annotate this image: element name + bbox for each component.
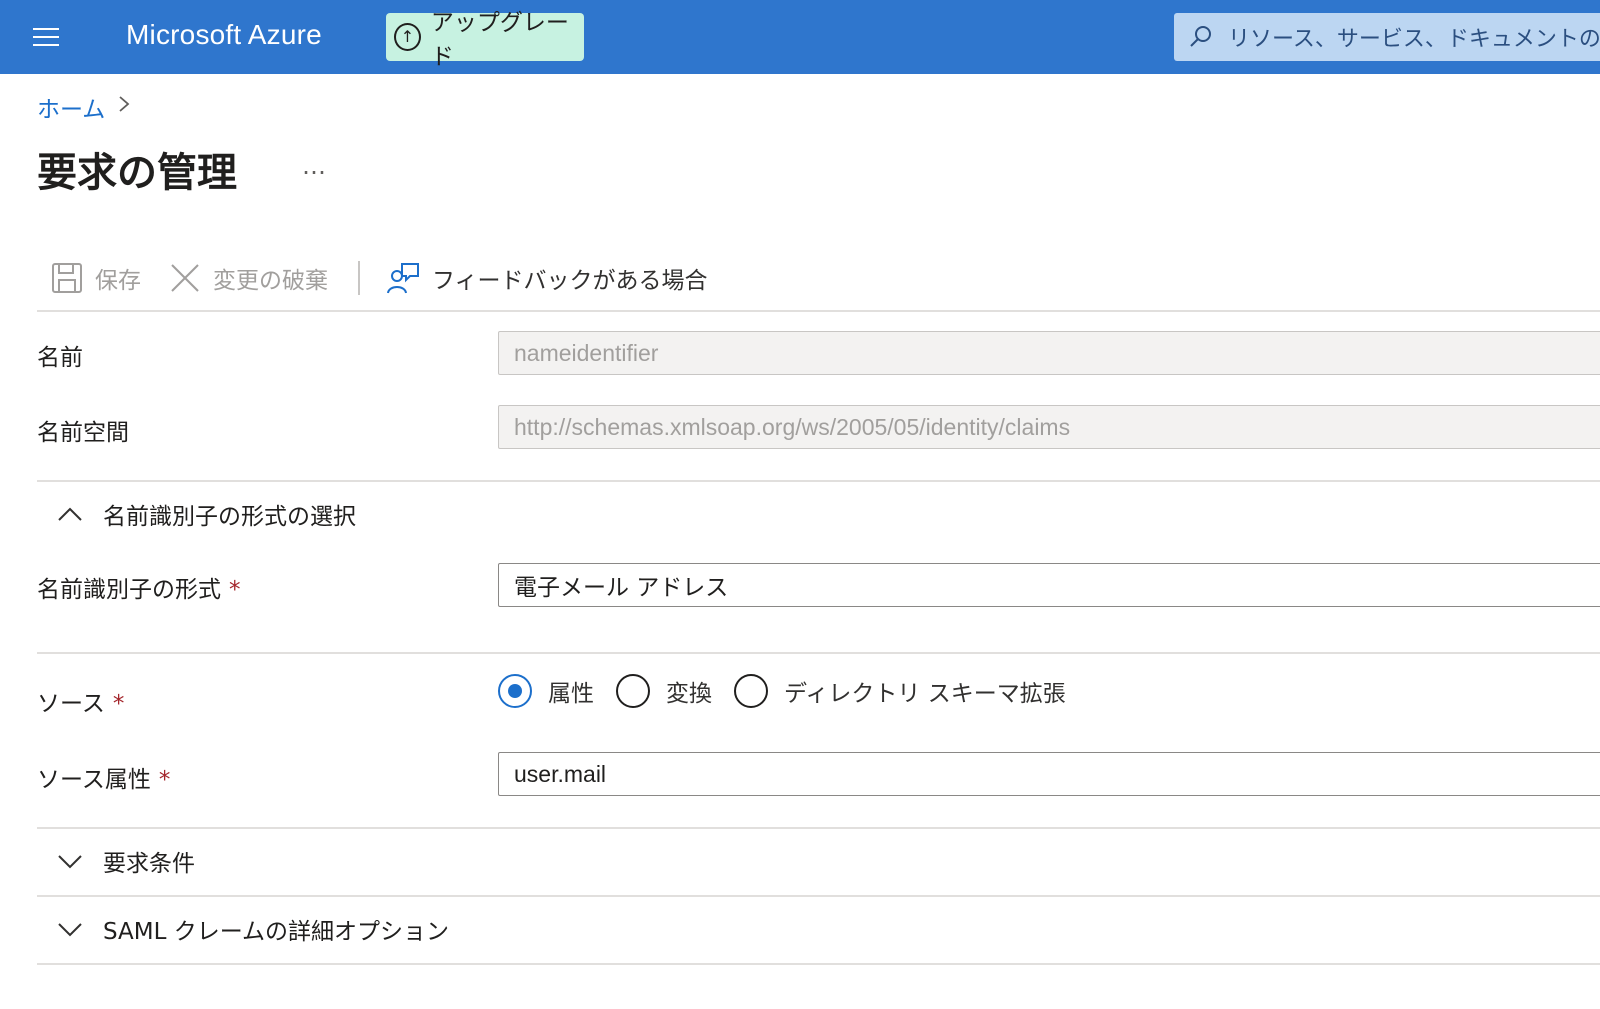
chevron-right-icon xyxy=(117,94,131,120)
divider xyxy=(37,827,1600,829)
page-title: 要求の管理 xyxy=(37,150,237,196)
chevron-up-icon xyxy=(37,506,103,522)
upgrade-button[interactable]: ↑ アップグレード xyxy=(386,10,584,70)
source-radio-transform[interactable]: 変換 xyxy=(616,674,712,708)
source-attribute-dropdown[interactable]: user.mail xyxy=(498,752,1600,796)
discard-label: 変更の破棄 xyxy=(213,268,328,294)
required-mark: * xyxy=(112,691,125,717)
name-id-format-dropdown[interactable]: 電子メール アドレス xyxy=(498,563,1600,607)
feedback-label: フィードバックがある場合 xyxy=(432,268,708,294)
required-mark: * xyxy=(158,767,171,793)
radio-unchecked-icon xyxy=(616,674,650,708)
brand-title[interactable]: Microsoft Azure xyxy=(126,19,322,51)
name-id-format-label-text: 名前識別子の形式 xyxy=(37,577,221,603)
source-radio-group: 属性 変換 ディレクトリ スキーマ拡張 xyxy=(498,674,1088,708)
divider xyxy=(37,652,1600,654)
breadcrumb: ホーム xyxy=(37,90,131,124)
source-attribute-label-text: ソース属性 xyxy=(37,767,151,793)
source-radio-attribute[interactable]: 属性 xyxy=(498,674,594,708)
name-id-format-section-toggle[interactable]: 名前識別子の形式の選択 xyxy=(37,486,1600,542)
search-placeholder: リソース、サービス、ドキュメントの検 xyxy=(1228,27,1600,52)
source-label-text: ソース xyxy=(37,691,105,717)
arrow-up-circle-icon: ↑ xyxy=(394,23,421,51)
save-button[interactable]: 保存 xyxy=(51,261,141,295)
namespace-label: 名前空間 xyxy=(37,420,129,446)
saml-advanced-section-toggle[interactable]: SAML クレームの詳細オプション xyxy=(37,901,1600,957)
source-attribute-label: ソース属性 * xyxy=(37,760,170,794)
chevron-down-icon xyxy=(37,853,103,869)
feedback-button[interactable]: フィードバックがある場合 xyxy=(386,261,708,295)
name-id-format-label: 名前識別子の形式 * xyxy=(37,570,241,604)
close-icon xyxy=(171,264,199,292)
upgrade-label: アップグレード xyxy=(430,10,569,70)
namespace-field[interactable]: http://schemas.xmlsoap.org/ws/2005/05/id… xyxy=(498,405,1600,449)
toolbar-separator xyxy=(358,261,360,295)
required-mark: * xyxy=(229,577,241,603)
discard-changes-button[interactable]: 変更の破棄 xyxy=(169,261,328,295)
divider xyxy=(37,480,1600,482)
feedback-icon xyxy=(387,263,419,294)
top-bar: Microsoft Azure ↑ アップグレード リソース、サービス、ドキュメ… xyxy=(0,0,1600,74)
radio-label: 属性 xyxy=(548,681,594,707)
divider xyxy=(37,895,1600,897)
name-field[interactable]: nameidentifier xyxy=(498,331,1600,375)
toolbar-divider xyxy=(37,310,1600,312)
hamburger-menu-icon[interactable] xyxy=(22,18,70,56)
source-radio-directory-extension[interactable]: ディレクトリ スキーマ拡張 xyxy=(734,674,1066,708)
radio-unchecked-icon xyxy=(734,674,768,708)
command-bar: 保存 変更の破棄 フィードバックがある場合 xyxy=(37,250,1600,306)
chevron-down-icon xyxy=(37,921,103,937)
global-search-input[interactable]: リソース、サービス、ドキュメントの検 xyxy=(1174,13,1600,61)
radio-label: 変換 xyxy=(666,681,712,707)
section-title: SAML クレームの詳細オプション xyxy=(103,919,450,945)
radio-checked-icon xyxy=(498,674,532,708)
radio-label: ディレクトリ スキーマ拡張 xyxy=(784,681,1066,707)
source-label: ソース * xyxy=(37,684,124,718)
claim-conditions-section-toggle[interactable]: 要求条件 xyxy=(37,833,1600,889)
save-icon xyxy=(52,263,82,293)
name-label: 名前 xyxy=(37,345,83,371)
section-title: 要求条件 xyxy=(103,851,195,877)
save-label: 保存 xyxy=(95,268,141,294)
more-options-button[interactable]: … xyxy=(302,152,328,180)
section-title: 名前識別子の形式の選択 xyxy=(103,504,356,530)
breadcrumb-home-link[interactable]: ホーム xyxy=(37,90,105,124)
divider xyxy=(37,963,1600,965)
search-icon xyxy=(1190,26,1211,47)
